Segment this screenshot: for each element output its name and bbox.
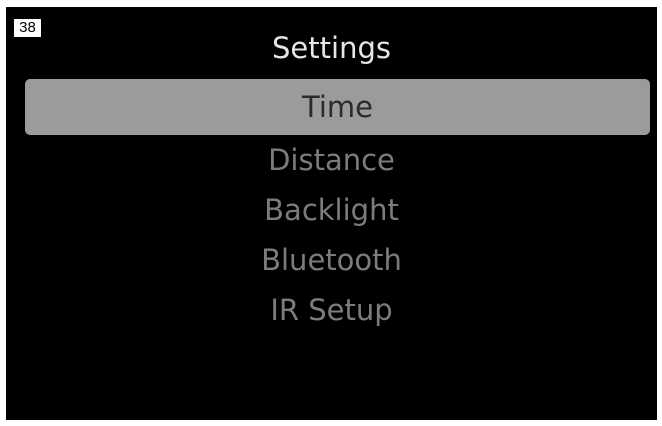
menu-item-bluetooth[interactable]: Bluetooth: [6, 235, 657, 285]
device-screen: 38 Settings Time Distance Backlight Blue…: [6, 7, 657, 420]
menu-item-time[interactable]: Time: [25, 79, 650, 135]
menu-item-backlight[interactable]: Backlight: [6, 185, 657, 235]
menu-item-distance[interactable]: Distance: [6, 135, 657, 185]
page-number-badge: 38: [13, 18, 42, 38]
settings-menu: Time Distance Backlight Bluetooth IR Set…: [6, 79, 657, 335]
menu-item-ir-setup[interactable]: IR Setup: [6, 285, 657, 335]
screen-title: Settings: [272, 31, 391, 65]
